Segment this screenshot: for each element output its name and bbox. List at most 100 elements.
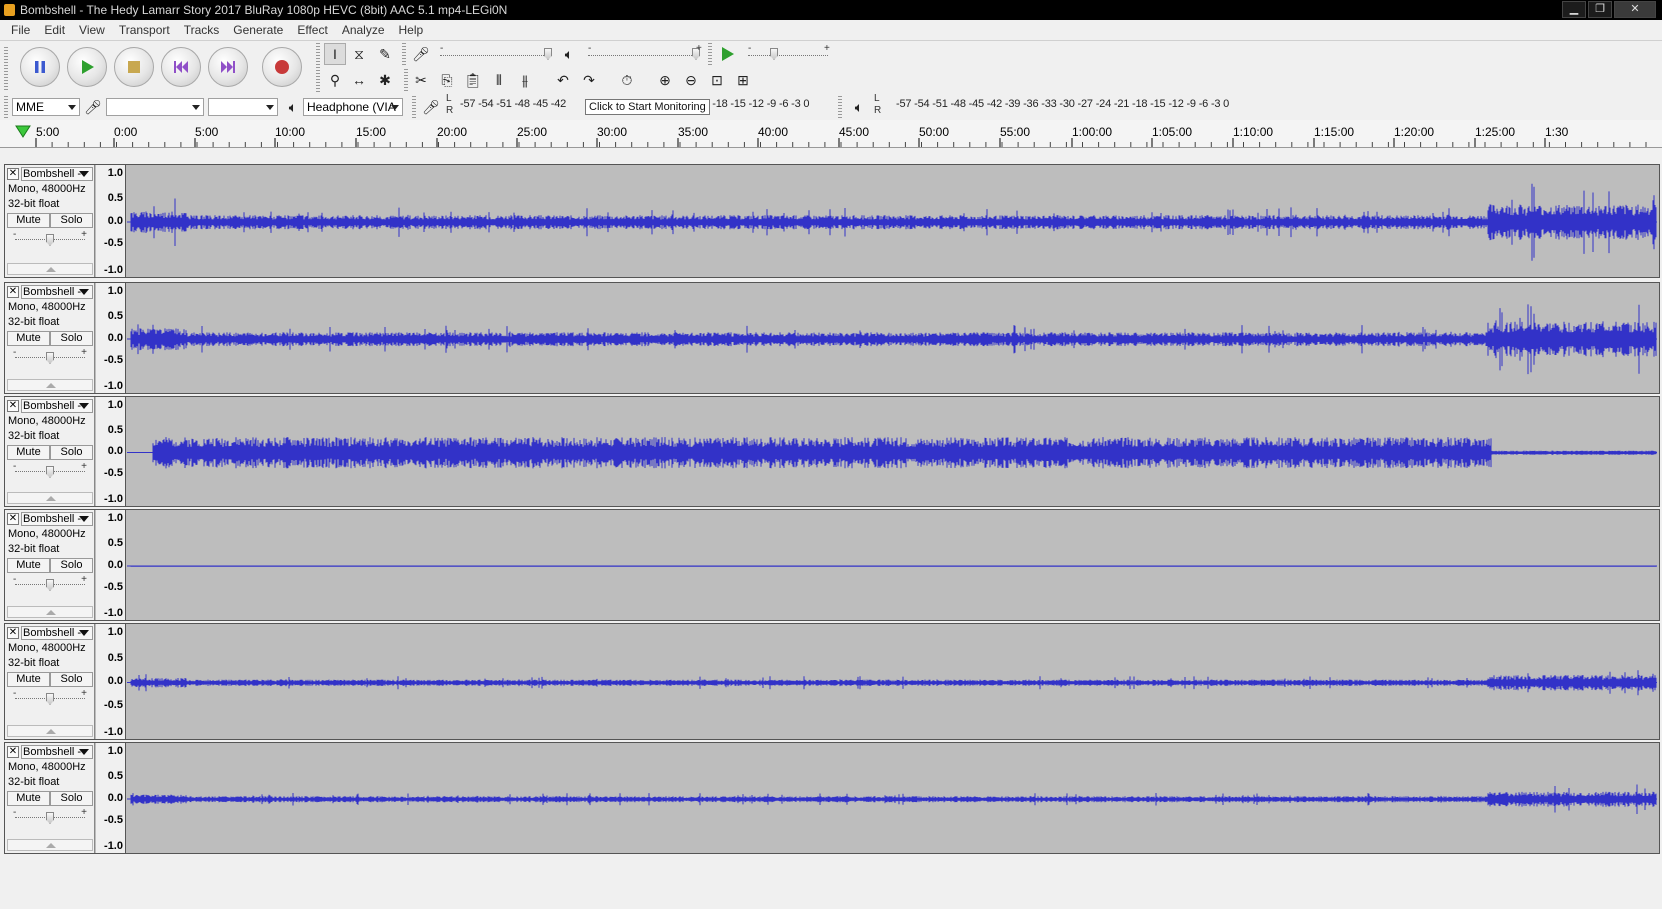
sync-lock-icon[interactable]: ⏱: [616, 69, 638, 91]
collapse-track-button[interactable]: [7, 839, 93, 851]
close-button[interactable]: ✕: [1614, 1, 1656, 18]
edit-grip[interactable]: [404, 69, 408, 93]
record-button[interactable]: [262, 47, 302, 87]
pause-button[interactable]: [20, 47, 60, 87]
track-name-menu[interactable]: Bombshell -: [21, 626, 93, 640]
record-meter-grip[interactable]: [412, 96, 416, 118]
audio-track[interactable]: ✕ Bombshell - Mono, 48000Hz 32-bit float…: [4, 742, 1660, 854]
record-meter-microphone-icon[interactable]: 🎤︎: [420, 96, 442, 118]
playat-grip[interactable]: [708, 43, 712, 67]
vertical-scale[interactable]: 1.0 0.5 0.0 -0.5 -1.0: [96, 397, 126, 506]
fit-project-icon[interactable]: ⊞: [732, 69, 754, 91]
zoom-in-icon[interactable]: ⊕: [654, 69, 676, 91]
gain-slider[interactable]: - +: [13, 574, 87, 592]
track-close-button[interactable]: ✕: [7, 746, 19, 758]
audio-track[interactable]: ✕ Bombshell - Mono, 48000Hz 32-bit float…: [4, 509, 1660, 621]
track-name-menu[interactable]: Bombshell -: [21, 399, 93, 413]
gain-thumb[interactable]: [46, 352, 54, 364]
mute-button[interactable]: Mute: [7, 672, 50, 687]
track-close-button[interactable]: ✕: [7, 168, 19, 180]
gain-thumb[interactable]: [46, 693, 54, 705]
vertical-scale[interactable]: 1.0 0.5 0.0 -0.5 -1.0: [96, 165, 126, 277]
mute-button[interactable]: Mute: [7, 331, 50, 346]
copy-icon[interactable]: ⎘: [436, 69, 458, 91]
undo-icon[interactable]: ↶: [552, 69, 574, 91]
timeshift-tool-icon[interactable]: ↔: [348, 69, 370, 91]
mixer-grip[interactable]: [402, 43, 406, 67]
vertical-scale[interactable]: 1.0 0.5 0.0 -0.5 -1.0: [96, 283, 126, 393]
track-control-panel[interactable]: ✕ Bombshell - Mono, 48000Hz 32-bit float…: [5, 397, 95, 506]
track-close-button[interactable]: ✕: [7, 286, 19, 298]
audio-track[interactable]: ✕ Bombshell - Mono, 48000Hz 32-bit float…: [4, 164, 1660, 278]
skip-to-start-button[interactable]: [161, 47, 201, 87]
menu-generate[interactable]: Generate: [226, 20, 290, 40]
toolbar-grip[interactable]: [4, 47, 8, 91]
redo-icon[interactable]: ↷: [578, 69, 600, 91]
vertical-scale[interactable]: 1.0 0.5 0.0 -0.5 -1.0: [96, 743, 126, 853]
track-name-menu[interactable]: Bombshell -: [21, 745, 93, 759]
multi-tool-icon[interactable]: ✱: [374, 69, 396, 91]
gain-slider[interactable]: - +: [13, 461, 87, 479]
waveform[interactable]: [127, 397, 1661, 506]
gain-thumb[interactable]: [46, 812, 54, 824]
skip-to-end-button[interactable]: [208, 47, 248, 87]
gain-slider[interactable]: - +: [13, 347, 87, 365]
play-at-speed-button[interactable]: [716, 43, 738, 65]
mic-volume-track[interactable]: [440, 55, 550, 56]
track-control-panel[interactable]: ✕ Bombshell - Mono, 48000Hz 32-bit float…: [5, 624, 95, 739]
gain-thumb[interactable]: [46, 466, 54, 478]
solo-button[interactable]: Solo: [50, 331, 93, 346]
play-volume-track[interactable]: [588, 55, 698, 56]
audio-track[interactable]: ✕ Bombshell - Mono, 48000Hz 32-bit float…: [4, 623, 1660, 740]
waveform[interactable]: [127, 624, 1661, 739]
vertical-scale[interactable]: 1.0 0.5 0.0 -0.5 -1.0: [96, 624, 126, 739]
stop-button[interactable]: [114, 47, 154, 87]
selection-tool-icon[interactable]: I: [324, 43, 346, 65]
audio-track[interactable]: ✕ Bombshell - Mono, 48000Hz 32-bit float…: [4, 396, 1660, 507]
gain-slider[interactable]: - +: [13, 229, 87, 247]
mute-button[interactable]: Mute: [7, 791, 50, 806]
mute-button[interactable]: Mute: [7, 213, 50, 228]
play-meter-grip[interactable]: [838, 96, 842, 118]
minimize-button[interactable]: ▁: [1562, 1, 1586, 18]
vertical-scale[interactable]: 1.0 0.5 0.0 -0.5 -1.0: [96, 510, 126, 620]
collapse-track-button[interactable]: [7, 725, 93, 737]
mute-button[interactable]: Mute: [7, 445, 50, 460]
zoom-out-icon[interactable]: ⊖: [680, 69, 702, 91]
mute-button[interactable]: Mute: [7, 558, 50, 573]
zoom-tool-icon[interactable]: ⚲: [324, 69, 346, 91]
track-name-menu[interactable]: Bombshell -: [21, 512, 93, 526]
menu-view[interactable]: View: [72, 20, 112, 40]
audio-host-select[interactable]: MME: [12, 98, 80, 116]
gain-slider[interactable]: - +: [13, 807, 87, 825]
timeline-ruler[interactable]: 5:00 0:00 5:00 10:00 15:00 20:00 25:00 30:00 35:…: [0, 120, 1662, 148]
solo-button[interactable]: Solo: [50, 445, 93, 460]
waveform[interactable]: [127, 283, 1661, 393]
solo-button[interactable]: Solo: [50, 558, 93, 573]
solo-button[interactable]: Solo: [50, 791, 93, 806]
waveform[interactable]: [127, 510, 1661, 620]
trim-icon[interactable]: ⫴: [488, 69, 510, 91]
menu-file[interactable]: File: [4, 20, 37, 40]
gain-slider[interactable]: - +: [13, 688, 87, 706]
play-button[interactable]: [67, 47, 107, 87]
fit-selection-icon[interactable]: ⊡: [706, 69, 728, 91]
draw-tool-icon[interactable]: ✎: [374, 43, 396, 65]
menu-analyze[interactable]: Analyze: [335, 20, 392, 40]
track-close-button[interactable]: ✕: [7, 400, 19, 412]
speed-track[interactable]: [748, 55, 828, 56]
cut-icon[interactable]: ✂: [410, 69, 432, 91]
device-grip[interactable]: [4, 96, 8, 118]
track-close-button[interactable]: ✕: [7, 627, 19, 639]
envelope-tool-icon[interactable]: ⧖: [348, 43, 370, 65]
paste-icon[interactable]: 📋︎: [462, 69, 484, 91]
waveform[interactable]: [127, 743, 1661, 853]
track-control-panel[interactable]: ✕ Bombshell - Mono, 48000Hz 32-bit float…: [5, 510, 95, 620]
menu-effect[interactable]: Effect: [290, 20, 334, 40]
solo-button[interactable]: Solo: [50, 672, 93, 687]
track-control-panel[interactable]: ✕ Bombshell - Mono, 48000Hz 32-bit float…: [5, 165, 95, 277]
silence-icon[interactable]: ⫵: [514, 69, 536, 91]
collapse-track-button[interactable]: [7, 606, 93, 618]
tools-grip[interactable]: [316, 43, 320, 93]
solo-button[interactable]: Solo: [50, 213, 93, 228]
